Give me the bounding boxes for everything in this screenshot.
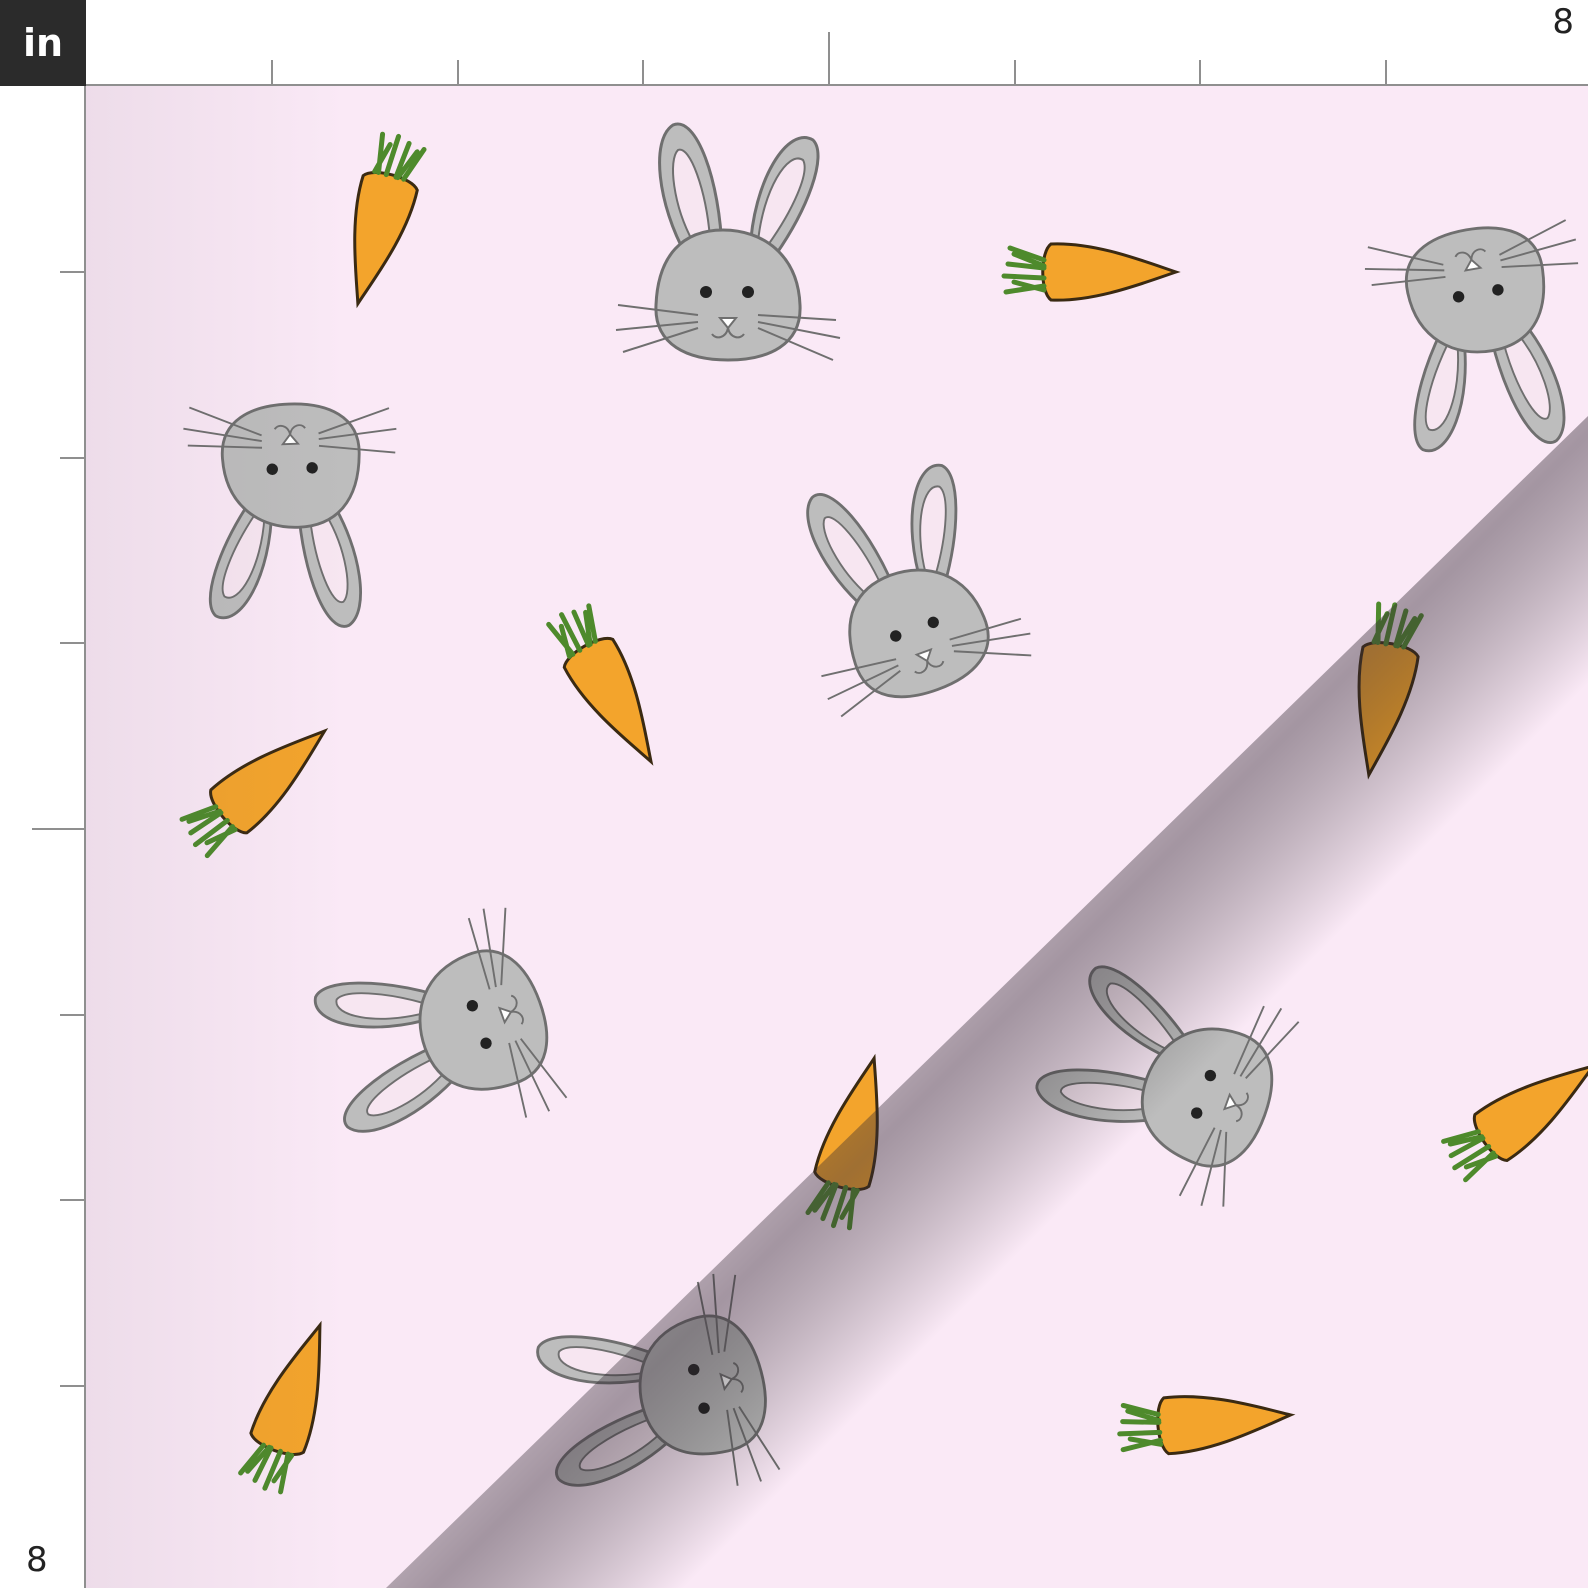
ruler-top-end-label: 8: [1552, 2, 1574, 42]
fabric-pattern-canvas: [86, 86, 1588, 1588]
vertical-ruler-ticks: [32, 271, 84, 1387]
fabric-preview: [86, 86, 1588, 1588]
ruler-left-end-label: 8: [26, 1540, 48, 1580]
unit-label: in: [22, 21, 64, 65]
vertical-ruler: 8: [0, 86, 86, 1588]
fabric-edge-shadow: [86, 86, 346, 1588]
unit-label-box: in: [0, 0, 86, 86]
horizontal-ruler-ticks: [271, 32, 1387, 84]
horizontal-ruler: 8: [86, 0, 1588, 86]
